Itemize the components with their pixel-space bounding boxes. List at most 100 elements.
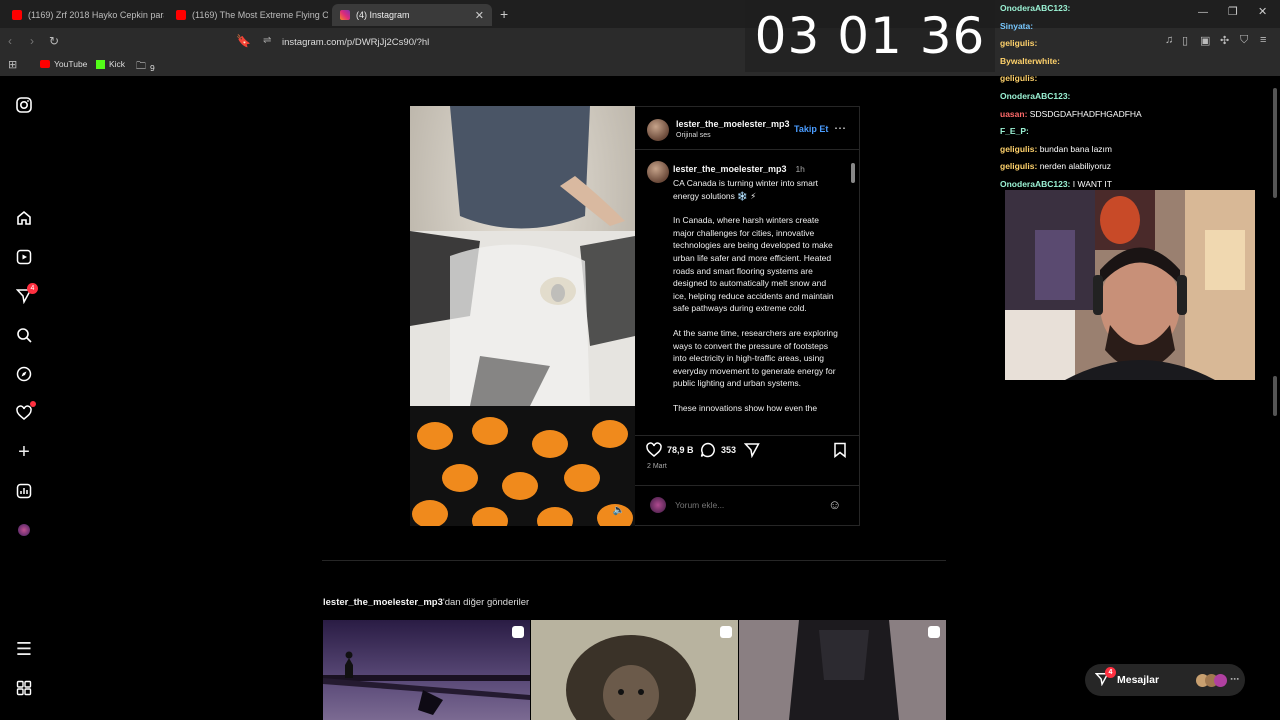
notification-badge: 4 [27, 283, 38, 294]
caption-paragraph: In Canada, where harsh winters create ma… [673, 215, 834, 314]
bookmark-label: YouTube [54, 59, 88, 69]
address-bar[interactable]: ⇌ instagram.com/p/DWRjJj2Cs90/?hl [256, 32, 746, 52]
reels-icon [720, 626, 732, 638]
chat-username: geligulis: [1000, 161, 1038, 172]
caption-avatar[interactable] [647, 161, 669, 183]
new-tab-button[interactable]: + [500, 6, 508, 22]
browser-tab-active[interactable]: (4) Instagram ✕ [332, 4, 492, 26]
chat-message: uasan: SDSDGDAFHADFHGADFHA [1000, 106, 1270, 124]
search-icon[interactable] [14, 325, 34, 345]
emoji-icon[interactable]: ☺ [828, 497, 841, 512]
author-username[interactable]: lester_the_moelester_mp3 [676, 119, 790, 129]
apps-grid-icon[interactable]: ⊞ [8, 58, 17, 71]
chat-message: geligulis: nerden alabiliyoruz [1000, 158, 1270, 176]
kick-icon [96, 59, 105, 69]
chat-text: SDSDGDAFHADFHGADFHA [1029, 108, 1142, 119]
audio-label[interactable]: Orijinal ses [676, 132, 711, 139]
stream-timer: 03 01 36 [745, 0, 995, 72]
follow-button[interactable]: Takip Et [794, 124, 828, 134]
messages-bar[interactable]: 4 Mesajlar ⋯ [1085, 664, 1245, 696]
bookmark-page-icon[interactable]: 🔖 [236, 34, 251, 48]
chat-message: geligulis: bundan bana lazım [1000, 141, 1270, 159]
instagram-logo-icon[interactable] [14, 95, 34, 115]
thumbnail-image [739, 620, 946, 720]
site-info-icon[interactable]: ⇌ [263, 35, 271, 46]
more-posts-heading: lester_the_moelester_mp3'dan diğer gönde… [323, 597, 529, 608]
more-post-thumbnail[interactable] [739, 620, 946, 720]
comment-button[interactable]: 353 [700, 442, 736, 458]
chat-message: Sinyata: [1000, 18, 1270, 36]
reels-icon[interactable] [14, 247, 34, 267]
chat-username: OnoderaABC123: [1000, 178, 1071, 189]
chat-username: F_E_P: [1000, 126, 1029, 137]
thumbnail-image [323, 651, 530, 715]
caption-scrollbar[interactable] [850, 153, 856, 433]
messages-icon[interactable]: 4 [14, 283, 38, 306]
more-options-icon[interactable]: ⋯ [834, 121, 846, 135]
chat-message: F_E_P: [1000, 123, 1270, 141]
caption-time: 1h [795, 164, 805, 174]
browser-tab[interactable]: (1169) Zrf 2018 Hayko Cepkin parağ [4, 4, 164, 26]
close-tab-icon[interactable]: ✕ [467, 9, 484, 22]
messages-badge: 4 [1105, 666, 1116, 678]
profile-avatar[interactable] [14, 520, 34, 540]
back-icon[interactable]: ‹ [8, 34, 12, 48]
reload-icon[interactable]: ↻ [49, 34, 59, 48]
more-post-thumbnail[interactable] [531, 620, 738, 720]
video-frame [410, 106, 635, 526]
volume-icon[interactable]: 🔈 [613, 505, 625, 516]
forward-icon[interactable]: › [30, 34, 34, 48]
more-menu-icon[interactable]: ☰ [14, 639, 34, 659]
chat-username: OnoderaABC123: [1000, 90, 1071, 101]
comment-input[interactable] [675, 497, 825, 513]
chat-text: I WANT IT [1072, 178, 1112, 189]
post-video[interactable]: 🔈 [410, 106, 635, 526]
like-button[interactable]: 78,9 B [646, 442, 694, 458]
share-button[interactable] [743, 442, 760, 463]
home-icon[interactable] [14, 208, 34, 228]
chat-message: OnoderaABC123: [1000, 0, 1270, 18]
page-scrollbar[interactable] [1270, 76, 1280, 720]
threads-icon[interactable] [14, 678, 34, 698]
chat-text: nerden alabiliyoruz [1039, 161, 1112, 172]
more-posts-username[interactable]: lester_the_moelester_mp3 [323, 597, 443, 608]
bookmark-kick[interactable]: Kick [96, 59, 125, 69]
bookmark-youtube[interactable]: YouTube [40, 59, 87, 69]
divider [635, 435, 859, 436]
chat-username: geligulis: [1000, 143, 1038, 154]
dashboard-icon[interactable] [14, 481, 34, 501]
more-post-thumbnail[interactable] [323, 620, 530, 720]
chat-message: geligulis: [1000, 70, 1270, 88]
reels-icon [512, 626, 524, 638]
caption-first-line: CA Canada is turning winter into smart e… [673, 178, 819, 201]
post-date: 2 Mart [647, 463, 667, 470]
caption-username[interactable]: lester_the_moelester_mp3 [673, 164, 787, 174]
bookmark-folder[interactable]: 🗀 9 [136, 59, 155, 76]
create-icon[interactable]: + [14, 441, 34, 463]
notification-dot [30, 401, 36, 407]
webcam-image [1005, 190, 1255, 380]
explore-icon[interactable] [14, 364, 34, 384]
chat-username: Bywalterwhite: [1000, 55, 1060, 66]
tab-title: (1169) Zrf 2018 Hayko Cepkin parağ [28, 10, 164, 20]
comment-icon [700, 442, 715, 458]
caption-paragraph: At the same time, researchers are explor… [673, 327, 838, 389]
like-count: 78,9 B [667, 445, 694, 455]
author-avatar[interactable] [647, 119, 669, 141]
chat-username: Sinyata: [1000, 20, 1034, 31]
heart-icon [646, 442, 662, 457]
browser-tab[interactable]: (1169) The Most Extreme Flying Obs [168, 4, 328, 26]
chat-message: OnoderaABC123: [1000, 88, 1270, 106]
notifications-heart-icon[interactable] [14, 401, 36, 423]
chat-message: geligulis: [1000, 35, 1270, 53]
post-panel: lester_the_moelester_mp3 Orijinal ses Ta… [635, 106, 860, 526]
more-posts-label: 'dan diğer gönderiler [442, 597, 530, 608]
save-button[interactable] [833, 442, 847, 463]
chat-username: geligulis: [1000, 38, 1038, 49]
reels-icon [928, 626, 940, 638]
divider [635, 149, 859, 150]
section-divider [322, 560, 946, 561]
bookmark-icon [834, 442, 846, 459]
url-text: instagram.com/p/DWRjJj2Cs90/?hl [282, 36, 430, 48]
folder-icon: 🗀 [136, 61, 146, 72]
